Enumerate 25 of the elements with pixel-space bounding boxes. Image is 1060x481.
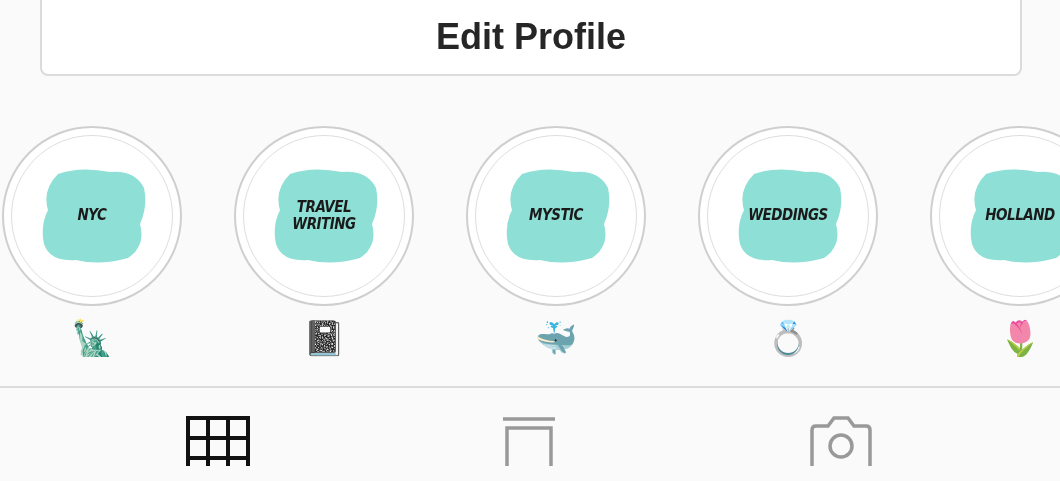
paint-stroke-icon (504, 166, 612, 266)
story-highlight[interactable]: TRAVEL WRITING (234, 126, 414, 306)
highlight-emoji: 📓 (303, 318, 345, 359)
profile-tab[interactable] (185, 416, 250, 466)
highlight-title: MYSTIC (527, 207, 585, 225)
feed-icon (501, 416, 557, 466)
camera-icon (808, 416, 875, 466)
highlight-emoji: 🗽 (71, 317, 113, 359)
paint-stroke-icon (968, 166, 1060, 266)
paint-stroke-icon (736, 166, 844, 266)
story-highlight[interactable]: NYC (2, 126, 182, 306)
highlight-emoji: 🐳 (535, 318, 577, 359)
highlight-emoji: 🌷 (999, 318, 1041, 359)
highlight-emoji: 💍 (767, 318, 809, 359)
highlight-title: TRAVEL WRITING (291, 198, 357, 234)
story-highlight[interactable]: MYSTIC (466, 126, 646, 306)
grid-icon (185, 416, 250, 466)
story-highlight[interactable]: WEDDINGS (698, 126, 878, 306)
paint-stroke-icon (40, 166, 148, 266)
highlight-title: WEDDINGS (747, 207, 829, 225)
edit-profile-button[interactable]: Edit Profile (40, 0, 1022, 76)
highlight-title: NYC (76, 207, 108, 225)
story-highlight[interactable]: HOLLAND (930, 126, 1060, 306)
highlight-title: HOLLAND (984, 207, 1056, 225)
paint-stroke-icon (272, 166, 380, 266)
